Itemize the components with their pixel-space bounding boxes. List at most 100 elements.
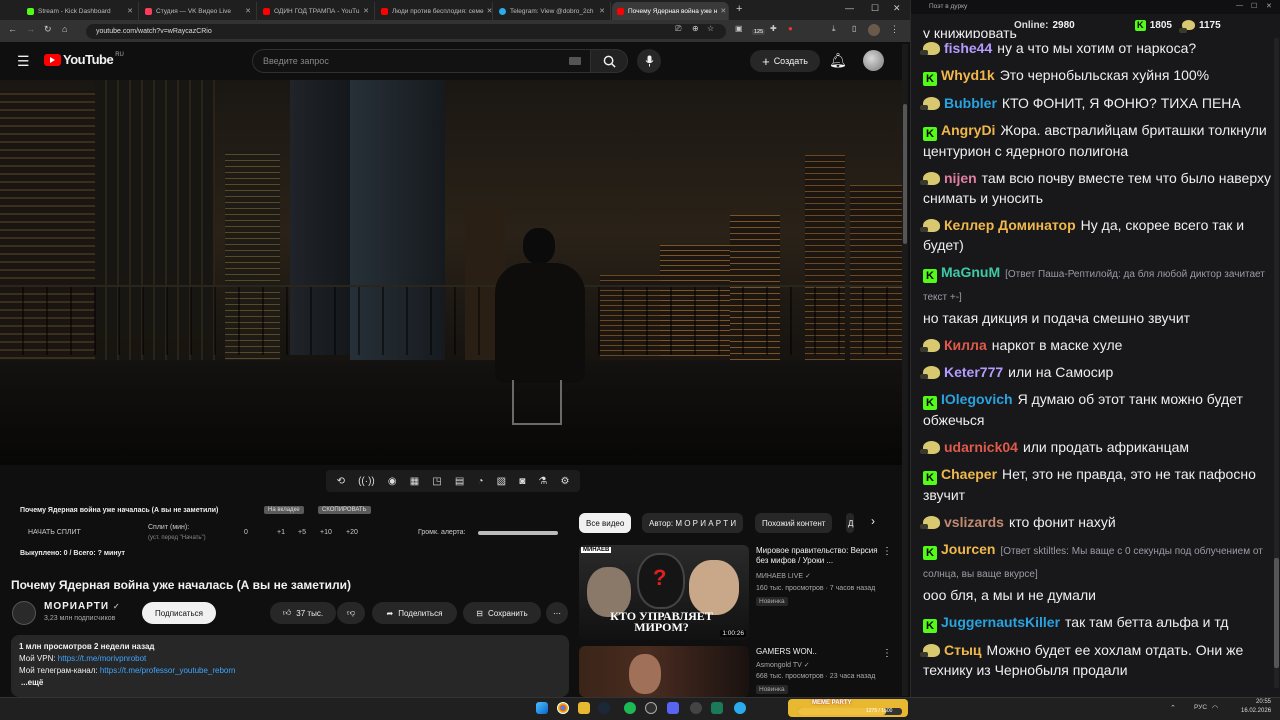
chevron-right-icon[interactable]: › [871, 514, 875, 528]
reload-icon[interactable]: ↻ [44, 24, 52, 35]
alert-volume-slider[interactable] [478, 531, 558, 535]
chat-username[interactable]: AngryDi [941, 122, 995, 138]
discord-icon[interactable] [667, 702, 679, 714]
tab-vk[interactable]: Студия — VK Видео Live ✕ [140, 2, 257, 20]
chat-scrollbar[interactable] [1274, 38, 1279, 688]
hamburger-menu-icon[interactable]: ☰ [17, 53, 30, 70]
forward-icon[interactable]: → [26, 24, 35, 34]
like-button[interactable]: 👍︎ 37 тыс. [270, 602, 336, 624]
clock-date[interactable]: 16.02.2026 [1241, 708, 1271, 714]
scrollbar-thumb[interactable] [1274, 558, 1279, 668]
picture-in-picture-icon[interactable]: ◳ [432, 476, 441, 487]
split-value-input[interactable]: 0 [244, 529, 248, 536]
chat-username[interactable]: Jourcen [941, 541, 995, 557]
telegram-icon[interactable] [734, 702, 746, 714]
vpn-link[interactable]: https://t.me/morivpnrobot [58, 654, 146, 663]
search-input[interactable]: Введите запрос [252, 49, 592, 73]
channel-name[interactable]: МОРИАРТИ ✓ [44, 601, 121, 612]
search-button[interactable] [590, 49, 628, 73]
profile-avatar[interactable] [868, 24, 880, 36]
share-button[interactable]: ➦ Поделиться [372, 602, 457, 624]
new-tab-button[interactable]: + [736, 3, 742, 15]
close-icon[interactable]: ✕ [360, 7, 369, 15]
overlay-icon[interactable]: ▧ [497, 476, 506, 487]
close-window-button[interactable]: ✕ [1266, 2, 1272, 10]
recommendation-thumbnail[interactable] [579, 646, 749, 697]
chat-username[interactable]: JuggernautsKiller [941, 614, 1060, 630]
close-window-button[interactable]: ✕ [893, 3, 901, 14]
voice-search-button[interactable] [637, 49, 661, 73]
plus-1-button[interactable]: +1 [277, 529, 285, 536]
video-description[interactable]: 1 млн просмотров 2 недели назад Мой VPN:… [11, 635, 569, 697]
on-tab-tag[interactable]: На вкладке [264, 506, 304, 514]
puzzle-icon[interactable]: ✚ [770, 24, 777, 33]
telegram-link[interactable]: https://t.me/professor_youtube_reborn [100, 666, 236, 675]
chat-username[interactable]: IOlegovich [941, 391, 1013, 407]
dislike-button[interactable]: 👎︎ [337, 602, 365, 624]
home-icon[interactable]: ⌂ [62, 24, 67, 34]
close-icon[interactable]: ✕ [124, 7, 133, 15]
minimize-button[interactable]: — [845, 3, 854, 13]
plus-5-button[interactable]: +5 [298, 529, 306, 536]
translate-icon[interactable]: ⊕ [692, 24, 699, 33]
chat-username[interactable]: Chaeper [941, 466, 997, 482]
loop-icon[interactable]: ⟲ [337, 476, 345, 487]
spotify-icon[interactable] [624, 702, 636, 714]
address-bar[interactable]: youtube.com/watch?v=wRaycazCRio [86, 24, 726, 39]
close-icon[interactable]: ✕ [596, 7, 605, 15]
settings-gear-icon[interactable]: ⚙ [560, 476, 569, 487]
record-icon[interactable]: ● [788, 24, 793, 33]
chat-username[interactable]: Bubbler [944, 95, 997, 111]
chat-username[interactable]: vslizards [944, 514, 1004, 530]
star-icon[interactable]: ☆ [707, 24, 714, 33]
plus-20-button[interactable]: +20 [346, 529, 358, 536]
maximize-button[interactable]: ☐ [1251, 2, 1257, 10]
youtube-logo[interactable]: YouTube RU [44, 52, 124, 67]
chat-username[interactable]: udarnick04 [944, 439, 1018, 455]
maximize-button[interactable]: ☐ [871, 3, 879, 14]
chip-next[interactable]: Д [846, 513, 854, 533]
copy-button[interactable]: СКОПИРОВАТЬ [318, 506, 371, 514]
flask-icon[interactable]: ⚗ [538, 476, 547, 487]
extension-icon[interactable]: ▣ [735, 24, 743, 33]
close-icon[interactable]: ✕ [717, 7, 726, 15]
meme-party-widget[interactable]: MEME PARTY 1275 / 1500 [788, 699, 908, 717]
chat-username[interactable]: Стыц [944, 642, 982, 658]
plus-10-button[interactable]: +10 [320, 529, 332, 536]
camera-icon[interactable]: ◙ [519, 476, 525, 487]
tab-kick[interactable]: Stream - Kick Dashboard ✕ [22, 2, 139, 20]
tab-active[interactable]: Почему Ядерная война уже н ✕ [612, 2, 729, 20]
sidebar-icon[interactable]: ▯ [852, 24, 856, 33]
recommendation-title[interactable]: GAMERS WON.. [756, 647, 881, 657]
page-scrollbar[interactable] [902, 44, 908, 696]
calendar-icon[interactable]: ▦ [410, 476, 419, 487]
show-more-button[interactable]: ...ещё [19, 677, 561, 689]
tab-youtube-1[interactable]: ОДИН ГОД ТРАМПА - YouTu ✕ [258, 2, 375, 20]
back-icon[interactable]: ← [8, 24, 17, 34]
channel-avatar[interactable] [12, 601, 36, 625]
chat-username[interactable]: Keter777 [944, 364, 1003, 380]
chat-username[interactable]: Килла [944, 337, 987, 353]
app-icon[interactable] [690, 702, 702, 714]
recommendation-title[interactable]: Мировое правительство: Версия без мифов … [756, 546, 881, 566]
scrollbar-thumb[interactable] [903, 104, 907, 244]
subscribe-button[interactable]: Подписаться [142, 602, 216, 624]
windows-start-icon[interactable] [536, 702, 548, 714]
app-icon[interactable] [711, 702, 723, 714]
menu-icon[interactable]: ⋮ [890, 24, 899, 35]
more-icon[interactable]: ⋮ [882, 546, 892, 557]
close-icon[interactable]: ✕ [484, 7, 492, 15]
chat-username[interactable]: fishe44 [944, 40, 992, 56]
save-button[interactable]: ⊟ Сохранить [463, 602, 541, 624]
eye-icon[interactable]: ◉ [388, 476, 397, 487]
obs-icon[interactable] [645, 702, 657, 714]
chip-similar[interactable]: Похожий контент [755, 513, 833, 533]
keyboard-icon[interactable] [569, 57, 581, 65]
download-icon[interactable]: ⤓ [832, 24, 836, 34]
create-button[interactable]: + Создать [750, 50, 820, 72]
recommendation-thumbnail[interactable]: МИНАЕВ ? КТО УПРАВЛЯЕТ МИРОМ? 1:00:26 [579, 545, 749, 640]
cast-icon[interactable]: ⎚ [675, 24, 681, 34]
chrome-icon[interactable] [557, 702, 569, 714]
speed-icon[interactable]: ◔ [477, 476, 483, 487]
video-player[interactable] [0, 80, 906, 465]
